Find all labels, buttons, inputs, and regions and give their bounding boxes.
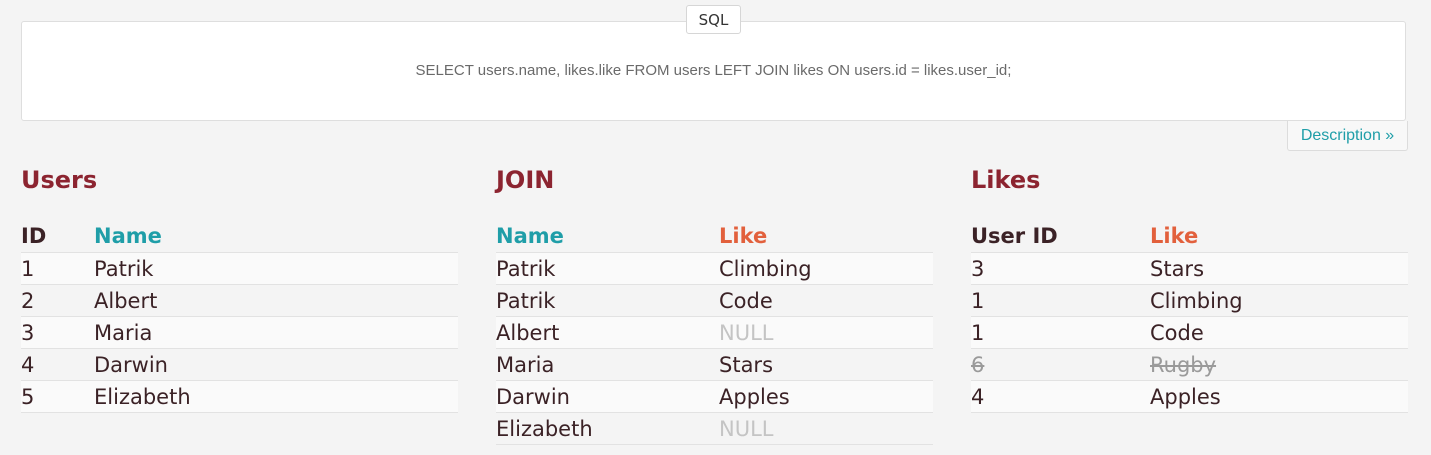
like-user-id-cell: 3 xyxy=(971,252,1150,285)
join-header-name: Name xyxy=(496,220,719,253)
like-user-id-cell: 1 xyxy=(971,316,1150,349)
table-row: Albert NULL xyxy=(496,316,933,349)
join-name-cell: Darwin xyxy=(496,380,719,413)
user-id-cell: 5 xyxy=(21,380,94,413)
join-name-cell: Maria xyxy=(496,348,719,381)
user-name-cell: Albert xyxy=(94,284,458,317)
join-name-cell: Patrik xyxy=(496,252,719,285)
likes-table: User ID Like 3 Stars 1 Climbing 1 Code 6 Rug… xyxy=(971,220,1408,413)
table-row-unmatched: 6 Rugby xyxy=(971,348,1408,381)
table-row: Maria Stars xyxy=(496,348,933,381)
user-id-cell: 3 xyxy=(21,316,94,349)
user-name-cell: Maria xyxy=(94,316,458,349)
join-panel: JOIN Name Like Patrik Climbing Patrik Code… xyxy=(496,162,933,445)
users-header-name: Name xyxy=(94,220,458,253)
join-name-cell: Albert xyxy=(496,316,719,349)
join-header-row: Name Like xyxy=(496,220,933,253)
table-row: Patrik Code xyxy=(496,284,933,317)
user-id-cell: 1 xyxy=(21,252,94,285)
like-struck-cell: Rugby xyxy=(1150,348,1408,381)
users-table: ID Name 1 Patrik 2 Albert 3 Maria 4 Darwin 5… xyxy=(21,220,458,413)
join-like-cell: Apples xyxy=(719,380,933,413)
table-row: 4 Apples xyxy=(971,380,1408,413)
join-like-cell: Stars xyxy=(719,348,933,381)
like-cell: Apples xyxy=(1150,380,1408,413)
user-name-cell: Elizabeth xyxy=(94,380,458,413)
likes-header-user-id: User ID xyxy=(971,220,1150,253)
table-row: 1 Code xyxy=(971,316,1408,349)
description-button[interactable]: Description » xyxy=(1287,121,1408,151)
user-id-cell: 2 xyxy=(21,284,94,317)
user-name-cell: Patrik xyxy=(94,252,458,285)
table-row: Patrik Climbing xyxy=(496,252,933,285)
users-header-row: ID Name xyxy=(21,220,458,253)
table-row: 1 Patrik xyxy=(21,252,458,285)
table-row: 3 Maria xyxy=(21,316,458,349)
table-row: 4 Darwin xyxy=(21,348,458,381)
likes-panel: Likes User ID Like 3 Stars 1 Climbing 1 Cod… xyxy=(971,162,1408,413)
like-user-id-struck-cell: 6 xyxy=(971,348,1150,381)
user-name-cell: Darwin xyxy=(94,348,458,381)
likes-header-like: Like xyxy=(1150,220,1408,253)
join-like-null-cell: NULL xyxy=(719,316,933,349)
user-id-cell: 4 xyxy=(21,348,94,381)
likes-title: Likes xyxy=(971,166,1041,194)
like-user-id-cell: 1 xyxy=(971,284,1150,317)
users-panel: Users ID Name 1 Patrik 2 Albert 3 Maria 4 Da… xyxy=(21,162,458,413)
users-title: Users xyxy=(21,166,98,194)
sql-tab[interactable]: SQL xyxy=(686,5,741,34)
join-table: Name Like Patrik Climbing Patrik Code Albe… xyxy=(496,220,933,445)
likes-header-row: User ID Like xyxy=(971,220,1408,253)
like-cell: Stars xyxy=(1150,252,1408,285)
table-row: 1 Climbing xyxy=(971,284,1408,317)
join-name-cell: Elizabeth xyxy=(496,412,719,445)
table-row: Elizabeth NULL xyxy=(496,412,933,445)
join-like-cell: Code xyxy=(719,284,933,317)
like-cell: Climbing xyxy=(1150,284,1408,317)
like-user-id-cell: 4 xyxy=(971,380,1150,413)
like-cell: Code xyxy=(1150,316,1408,349)
sql-query-box: SELECT users.name, likes.like FROM users… xyxy=(21,21,1406,121)
table-row: 2 Albert xyxy=(21,284,458,317)
table-row: 5 Elizabeth xyxy=(21,380,458,413)
join-header-like: Like xyxy=(719,220,933,253)
join-like-null-cell: NULL xyxy=(719,412,933,445)
join-like-cell: Climbing xyxy=(719,252,933,285)
users-header-id: ID xyxy=(21,220,94,253)
sql-query-text: SELECT users.name, likes.like FROM users… xyxy=(415,62,1012,79)
table-row: 3 Stars xyxy=(971,252,1408,285)
join-name-cell: Patrik xyxy=(496,284,719,317)
join-title: JOIN xyxy=(496,166,555,194)
table-row: Darwin Apples xyxy=(496,380,933,413)
